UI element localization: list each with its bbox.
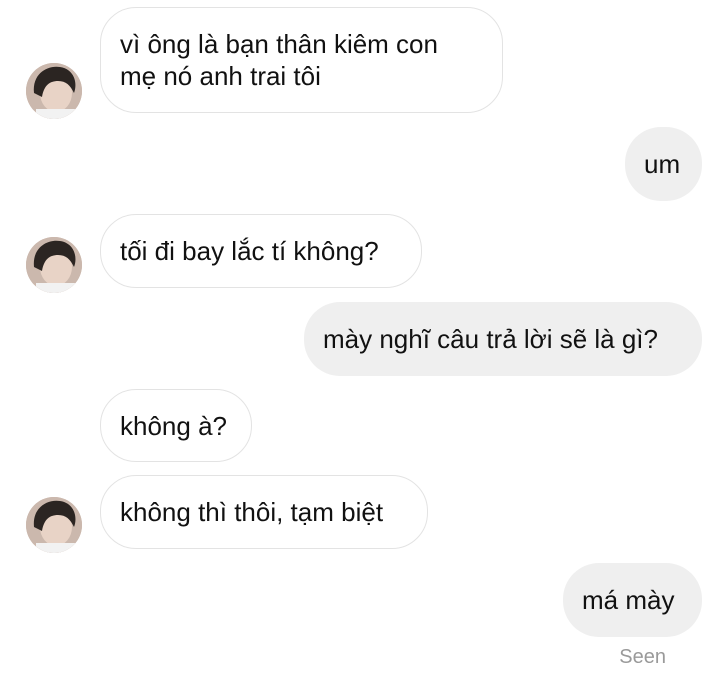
message-text: không à? bbox=[120, 410, 227, 441]
message-text: má mày bbox=[582, 585, 675, 615]
message-text: mẹ nó anh trai tôi bbox=[120, 61, 321, 91]
message-text: không thì thôi, tạm biệt bbox=[120, 497, 384, 527]
message-bubble-incoming[interactable]: không thì thôi, tạm biệt bbox=[100, 475, 428, 549]
message-bubble-outgoing[interactable]: um bbox=[625, 127, 702, 201]
contact-avatar[interactable] bbox=[26, 63, 82, 119]
message-bubble-incoming[interactable]: vì ông là bạn thân kiêm con mẹ nó anh tr… bbox=[100, 7, 503, 113]
message-bubble-incoming[interactable]: tối đi bay lắc tí không? bbox=[100, 214, 422, 288]
message-bubble-outgoing[interactable]: mày nghĩ câu trả lời sẽ là gì? bbox=[304, 302, 702, 376]
contact-avatar[interactable] bbox=[26, 497, 82, 553]
message-text: um bbox=[644, 149, 681, 179]
message-text: tối đi bay lắc tí không? bbox=[120, 236, 379, 266]
contact-avatar[interactable] bbox=[26, 237, 82, 293]
message-bubble-incoming[interactable]: không à? bbox=[100, 389, 252, 462]
message-text: vì ông là bạn thân kiêm con bbox=[120, 29, 438, 59]
seen-status: Seen bbox=[619, 646, 666, 668]
message-text: mày nghĩ câu trả lời sẽ là gì? bbox=[323, 324, 658, 354]
message-bubble-outgoing[interactable]: má mày bbox=[563, 563, 702, 637]
